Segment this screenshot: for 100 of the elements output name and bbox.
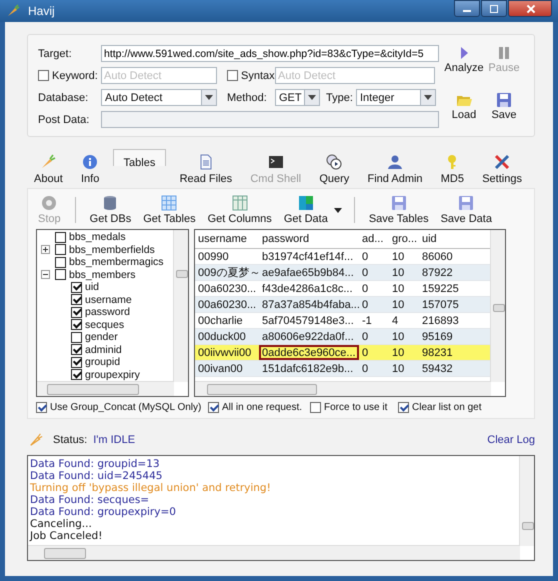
log-line: Data Found: groupid=13 bbox=[30, 458, 161, 470]
database-dropdown[interactable]: Auto Detect bbox=[101, 89, 217, 106]
tree-item[interactable]: bbs_medals bbox=[69, 231, 126, 244]
tree-item[interactable]: groupid bbox=[85, 356, 120, 368]
checkbox[interactable] bbox=[55, 244, 66, 256]
toolbar-button[interactable]: Save Tables bbox=[366, 195, 431, 225]
tree-item[interactable]: uid bbox=[85, 281, 100, 294]
status-label: Status: bbox=[53, 434, 88, 446]
method-dropdown[interactable]: GET bbox=[275, 89, 320, 106]
tab[interactable]: Query bbox=[314, 149, 354, 188]
field-label: Target: bbox=[38, 48, 73, 60]
checkbox[interactable] bbox=[227, 70, 238, 81]
tree-item[interactable]: bbs_members bbox=[69, 268, 136, 281]
column-header[interactable]: username bbox=[195, 230, 259, 248]
clear-log-link[interactable]: Clear Log bbox=[487, 434, 535, 446]
scrollbar[interactable] bbox=[490, 230, 505, 382]
checkbox[interactable] bbox=[71, 319, 82, 330]
table-cell-text: 0 bbox=[361, 266, 370, 280]
type-dropdown[interactable]: Integer bbox=[356, 89, 436, 106]
tree-item[interactable]: password bbox=[85, 306, 130, 318]
target-field[interactable]: http://www.591wed.com/site_ads_show.php?id=83&cType=&cityId=5 bbox=[101, 45, 439, 62]
tree-item[interactable]: gender bbox=[85, 331, 118, 344]
column-header[interactable]: password bbox=[259, 230, 359, 248]
table-cell-text: b31974cf41ef14f... bbox=[261, 250, 354, 264]
checkbox[interactable] bbox=[310, 402, 321, 412]
tree-item[interactable]: groupexpiry bbox=[85, 368, 140, 381]
tab[interactable]: Read Files bbox=[174, 149, 238, 188]
scrollbar[interactable] bbox=[519, 456, 534, 546]
tab[interactable]: Tables bbox=[112, 149, 166, 166]
toolbar-button[interactable]: Save bbox=[485, 92, 523, 128]
keyword-field[interactable]: Auto Detect bbox=[101, 67, 217, 84]
checkbox[interactable] bbox=[71, 282, 82, 293]
user-icon bbox=[387, 154, 404, 170]
column-header[interactable]: ad... bbox=[359, 230, 389, 248]
toolbar-button[interactable]: Get Columns bbox=[206, 195, 274, 225]
field-label: Database: bbox=[38, 92, 90, 104]
checkbox[interactable] bbox=[208, 402, 219, 412]
tab[interactable]: MD5 bbox=[436, 149, 469, 188]
table-row[interactable]: 009の夏梦～ae9afae65b9b84... 0 10 87922 bbox=[195, 265, 491, 281]
checkbox[interactable] bbox=[55, 232, 66, 243]
table-cell-text: 00a60230... bbox=[197, 282, 258, 296]
table-cell-text: 10 bbox=[391, 346, 406, 360]
log-line: Data Found: uid=245445 bbox=[30, 470, 164, 482]
field-label: Keyword: bbox=[52, 70, 98, 82]
table-cell-text: 10 bbox=[391, 282, 406, 296]
tab[interactable]: Find Admin bbox=[362, 149, 428, 188]
column-header[interactable]: uid bbox=[419, 230, 469, 248]
tab[interactable]: Info bbox=[76, 149, 104, 188]
carrot-icon bbox=[29, 433, 43, 447]
table-cell-text: 216893 bbox=[421, 314, 460, 328]
checkbox[interactable] bbox=[71, 356, 82, 368]
toolbar-button[interactable]: Save Data bbox=[438, 195, 494, 225]
table-row[interactable]: 00duck00 a80606e922da0f... 0 10 95169 bbox=[195, 329, 491, 345]
scrollbar[interactable] bbox=[195, 381, 491, 396]
checkbox[interactable] bbox=[71, 344, 82, 356]
checkbox[interactable] bbox=[71, 369, 82, 380]
table-cell-text: -1 bbox=[361, 314, 373, 328]
expand-icon[interactable] bbox=[41, 245, 50, 254]
toolbar-button[interactable]: Get Tables bbox=[141, 195, 198, 225]
tree-item[interactable]: bbs_memberfields bbox=[69, 244, 155, 256]
field-label: Syntax: bbox=[241, 70, 278, 82]
post-data-field[interactable] bbox=[101, 111, 439, 128]
syntax-field[interactable]: Auto Detect bbox=[275, 67, 435, 84]
maximize-button[interactable] bbox=[481, 0, 507, 17]
scrollbar[interactable] bbox=[28, 545, 520, 560]
table-row[interactable]: 00ivan00 151dafc6182e9b... 0 10 59432 bbox=[195, 361, 491, 377]
checkbox[interactable] bbox=[71, 306, 82, 318]
checkbox[interactable] bbox=[71, 294, 82, 306]
checkbox[interactable] bbox=[38, 70, 49, 81]
pause-icon bbox=[496, 45, 512, 61]
table-cell-text: 0 bbox=[361, 282, 370, 296]
tab[interactable]: About bbox=[29, 149, 68, 188]
close-button[interactable] bbox=[508, 0, 552, 17]
table-row[interactable]: 00a60230... 87a37a854b4faba... 0 10 157075 bbox=[195, 297, 491, 313]
toolbar-button[interactable]: Load bbox=[443, 92, 485, 128]
minimize-button[interactable] bbox=[454, 0, 480, 17]
collapse-icon[interactable] bbox=[41, 270, 50, 280]
checkbox[interactable] bbox=[398, 402, 409, 412]
tree-item[interactable]: bbs_membermagics bbox=[69, 256, 164, 268]
checkbox[interactable] bbox=[55, 269, 66, 280]
scrollbar[interactable] bbox=[37, 381, 174, 396]
log-line: Data Found: groupexpiry=0 bbox=[30, 506, 177, 518]
checkbox[interactable] bbox=[36, 402, 47, 412]
tree-item[interactable]: adminid bbox=[85, 344, 122, 356]
checkbox[interactable] bbox=[55, 256, 66, 268]
checkbox[interactable] bbox=[71, 332, 82, 343]
tree-item[interactable]: username bbox=[85, 294, 132, 306]
table-cell-text: 95169 bbox=[421, 330, 454, 344]
table-row[interactable]: 00iivwvii00 0adde6c3e960ce... 0 10 98231 bbox=[195, 345, 491, 361]
toolbar-button[interactable]: Get Data bbox=[282, 195, 330, 225]
toolbar-button[interactable]: Analyze bbox=[443, 45, 485, 82]
table-cell-text: 87a37a854b4faba... bbox=[261, 298, 359, 312]
log-line: Data Found: secques= bbox=[30, 494, 150, 506]
tab[interactable]: Settings bbox=[477, 149, 527, 188]
caret-icon[interactable] bbox=[334, 208, 342, 212]
columns-icon bbox=[232, 195, 248, 211]
column-header[interactable]: gro... bbox=[389, 230, 419, 248]
toolbar-button[interactable]: Get DBs bbox=[88, 195, 134, 225]
scrollbar[interactable] bbox=[173, 230, 188, 382]
tree-item[interactable]: secques bbox=[85, 318, 124, 331]
